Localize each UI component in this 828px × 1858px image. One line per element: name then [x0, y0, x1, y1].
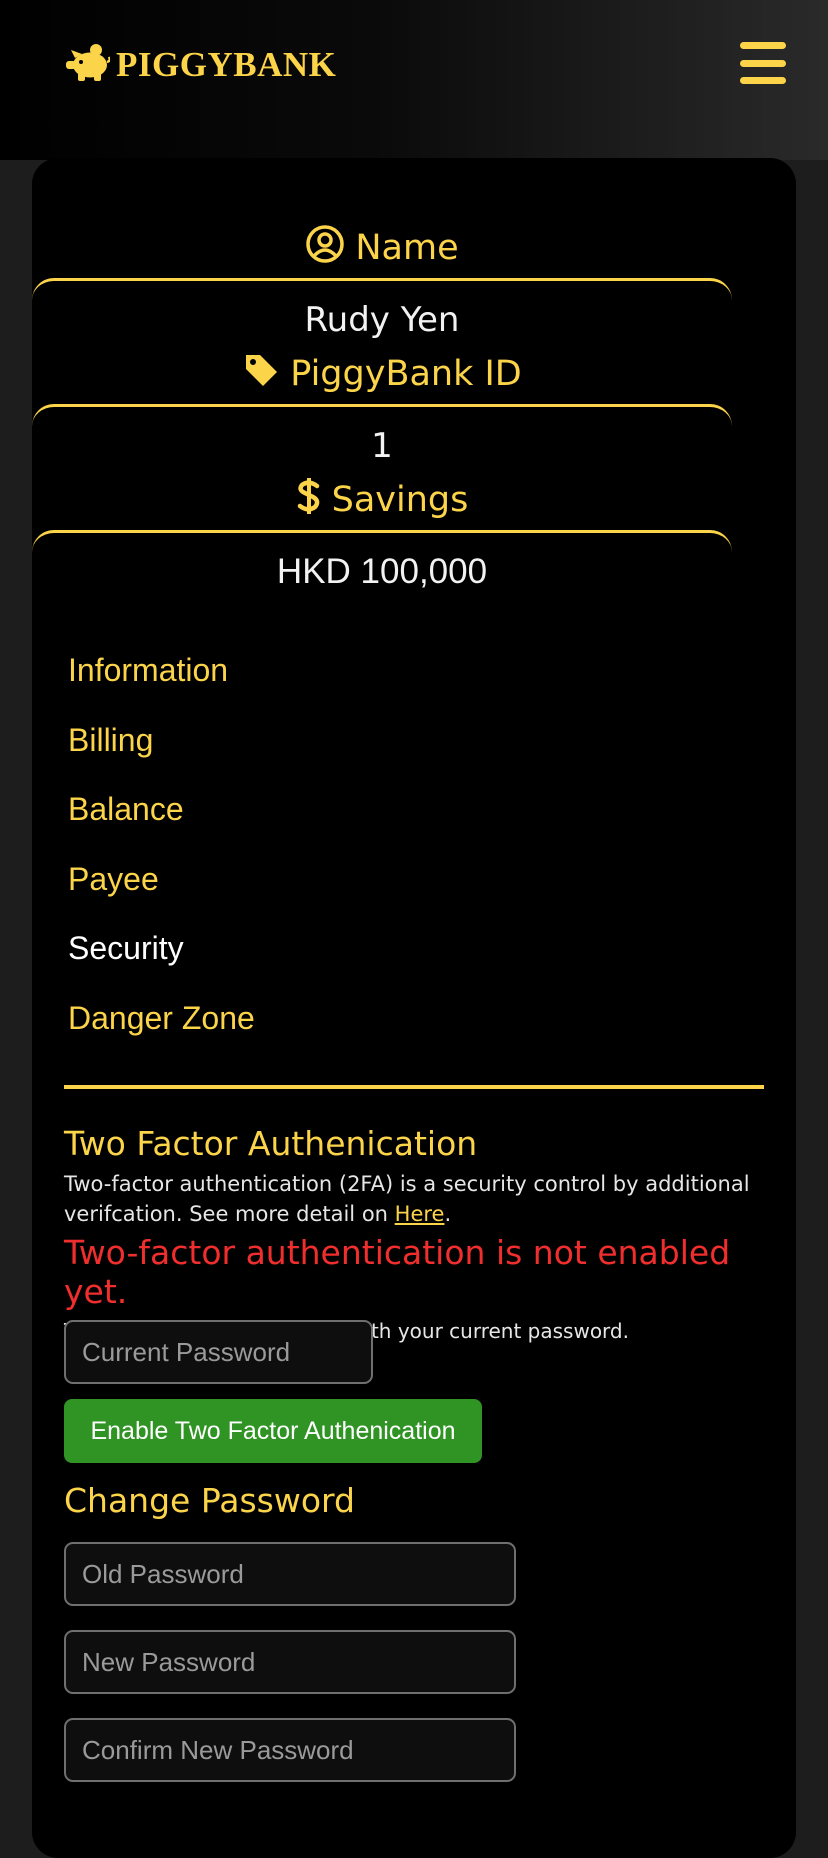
tag-icon: [242, 351, 280, 398]
piggybank-id-value: 1: [371, 426, 393, 466]
menu-item-billing[interactable]: Billing: [68, 722, 728, 792]
user-circle-icon: [305, 224, 345, 273]
brand-name: PIGGYBANK: [116, 45, 337, 84]
divider: [32, 404, 732, 426]
twofa-title: Two Factor Authenication: [64, 1124, 478, 1163]
piggybank-id-label: PiggyBank ID: [32, 344, 732, 404]
savings-label: Savings: [32, 470, 732, 530]
enable-2fa-button[interactable]: Enable Two Factor Authenication: [64, 1399, 482, 1463]
hamburger-icon[interactable]: [740, 42, 786, 84]
divider: [32, 278, 732, 300]
savings-value: HKD 100,000: [276, 552, 488, 591]
menu-item-payee[interactable]: Payee: [68, 861, 728, 931]
twofa-warning: Two-factor authentication is not enabled…: [64, 1233, 731, 1311]
menu-item-balance[interactable]: Balance: [68, 791, 728, 861]
twofa-section: Two Factor Authenication Two-factor auth…: [64, 1124, 764, 1343]
profile-summary: Name Rudy Yen PiggyBank ID 1 Savings HKD…: [32, 218, 732, 596]
menu-item-information[interactable]: Information: [68, 652, 728, 722]
new-password-input[interactable]: [64, 1630, 516, 1694]
confirm-password-input[interactable]: [64, 1718, 516, 1782]
change-password-section: Change Password: [64, 1481, 764, 1520]
menu-item-security[interactable]: Security: [68, 930, 728, 1000]
twofa-more-link[interactable]: Here: [395, 1202, 445, 1226]
divider: [32, 530, 732, 552]
name-value: Rudy Yen: [304, 300, 460, 340]
brand-logo[interactable]: PIGGYBANK: [66, 40, 336, 90]
dollar-icon: [296, 476, 322, 525]
name-label: Name: [32, 218, 732, 278]
old-password-input[interactable]: [64, 1542, 516, 1606]
twofa-description: Two-factor authentication (2FA) is a sec…: [64, 1172, 750, 1226]
change-password-title: Change Password: [64, 1481, 355, 1520]
piggy-bank-icon: [66, 43, 111, 87]
current-password-input[interactable]: [64, 1320, 373, 1384]
account-menu: Information Billing Balance Payee Securi…: [68, 652, 728, 1069]
top-navbar: PIGGYBANK: [0, 0, 828, 160]
menu-item-danger-zone[interactable]: Danger Zone: [68, 1000, 728, 1070]
section-divider: [64, 1085, 764, 1089]
